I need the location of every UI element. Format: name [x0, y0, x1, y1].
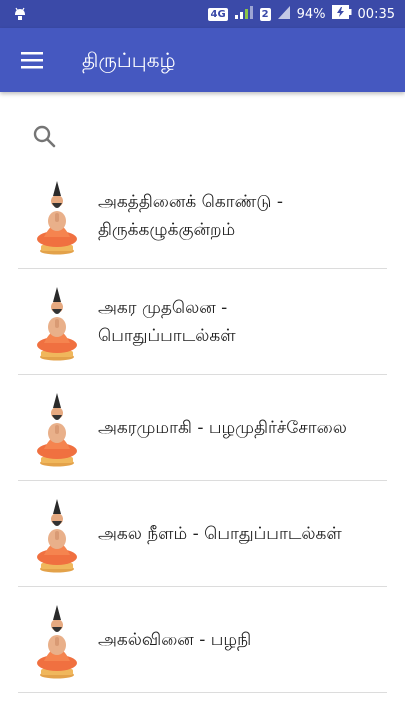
song-title-line1: அகரமுமாகி - பழமுதிர்ச்சோலை [98, 417, 347, 438]
song-list: அகத்தினைக் கொண்டு - திருக்கழுக்குன்றம் அ… [0, 163, 405, 693]
hamburger-menu-icon[interactable] [14, 44, 50, 76]
list-item[interactable]: அகத்தினைக் கொண்டு - திருக்கழுக்குன்றம் [0, 163, 405, 269]
song-title-line1: அகர முதலென - [98, 297, 228, 318]
search-icon[interactable] [32, 124, 58, 150]
android-debug-icon [12, 5, 28, 25]
saint-arunagirinathar-icon [34, 391, 80, 467]
clock: 00:35 [357, 6, 395, 22]
song-title-line1: அகல நீளம் - பொதுப்பாடல்கள் [98, 523, 342, 544]
sim2-badge: 2 [259, 7, 271, 21]
list-item[interactable]: அகர முதலென - பொதுப்பாடல்கள் [0, 269, 405, 375]
list-item[interactable]: அகல்வினை - பழநி [0, 587, 405, 693]
network-type-badge: 4G [208, 7, 228, 21]
saint-arunagirinathar-icon [34, 285, 80, 361]
song-title-line2: திருக்கழுக்குன்றம் [98, 219, 236, 240]
song-title-line1: அகல்வினை - பழநி [98, 629, 252, 650]
saint-arunagirinathar-icon [34, 497, 80, 573]
status-bar: 4G 2 94% 00:35 [0, 0, 405, 28]
divider [18, 692, 387, 693]
signal-icon-2 [277, 4, 291, 24]
battery-percent: 94% [296, 6, 326, 22]
app-bar: திருப்புகழ் [0, 28, 405, 92]
list-item[interactable]: அகரமுமாகி - பழமுதிர்ச்சோலை [0, 375, 405, 481]
song-title-line2: பொதுப்பாடல்கள் [98, 325, 236, 346]
page-title: திருப்புகழ் [82, 48, 176, 72]
song-title-line1: அகத்தினைக் கொண்டு - [98, 191, 283, 212]
saint-arunagirinathar-icon [34, 603, 80, 679]
search-bar[interactable] [0, 112, 405, 162]
saint-arunagirinathar-icon [34, 179, 80, 255]
signal-icon [234, 4, 254, 24]
battery-charging-icon [331, 5, 352, 23]
list-item[interactable]: அகல நீளம் - பொதுப்பாடல்கள் [0, 481, 405, 587]
